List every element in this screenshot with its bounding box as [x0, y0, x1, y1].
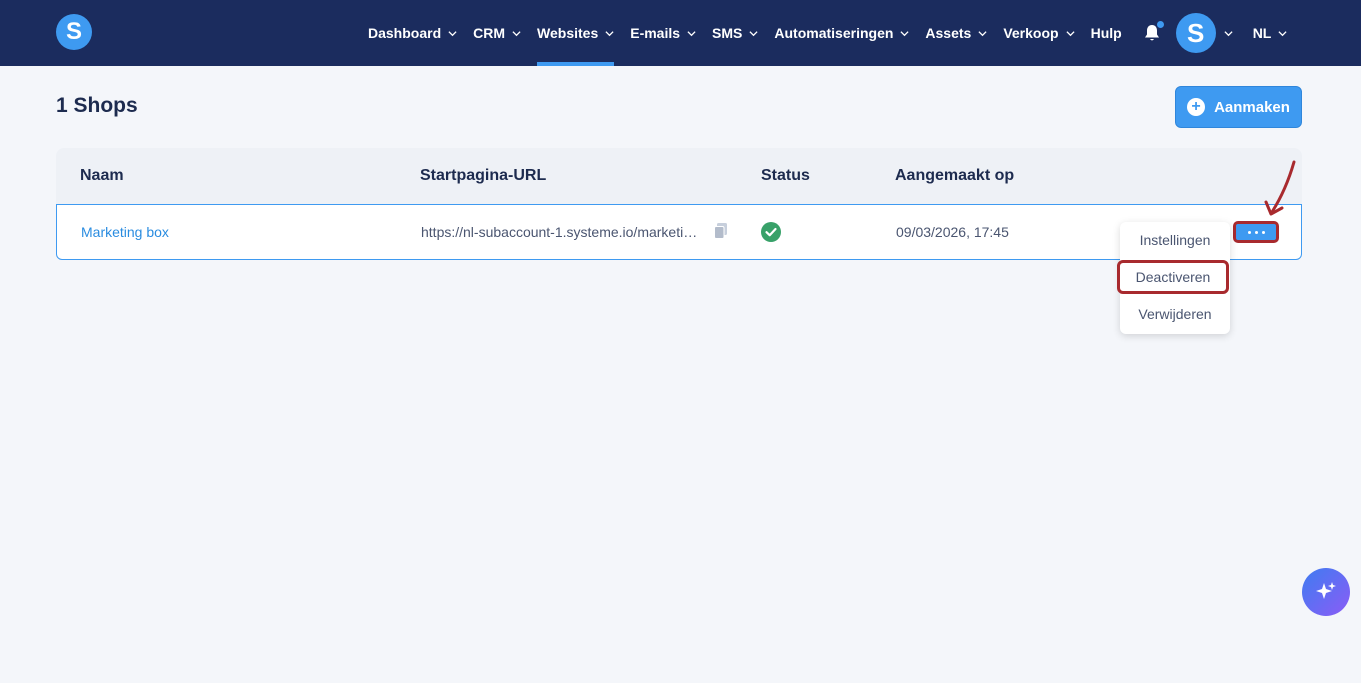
chevron-down-icon — [749, 30, 758, 36]
nav-automatiseringen-label: Automatiseringen — [774, 25, 894, 41]
nav-automatiseringen[interactable]: Automatiseringen — [774, 0, 909, 66]
table-header: Naam Startpagina-URL Status Aangemaakt o… — [56, 148, 1302, 204]
language-selector[interactable]: NL — [1253, 0, 1288, 66]
notification-dot — [1156, 21, 1164, 28]
more-dots-icon — [1247, 230, 1265, 234]
menu-item-deactiveren[interactable]: Deactiveren — [1117, 260, 1229, 294]
nav-assets[interactable]: Assets — [925, 0, 987, 66]
actions-dropdown-menu: Instellingen Deactiveren Verwijderen — [1117, 222, 1230, 334]
shop-url: https://nl-subaccount-1.systeme.io/marke… — [421, 224, 699, 240]
nav-crm[interactable]: CRM — [473, 0, 521, 66]
shops-table: Naam Startpagina-URL Status Aangemaakt o… — [56, 148, 1302, 260]
menu-item-verwijderen[interactable]: Verwijderen — [1120, 297, 1230, 331]
nav-assets-label: Assets — [925, 25, 972, 41]
create-button[interactable]: + Aanmaken — [1175, 86, 1302, 128]
nav-verkoop[interactable]: Verkoop — [1003, 0, 1075, 66]
column-header-naam: Naam — [80, 167, 124, 184]
more-actions-button[interactable] — [1233, 221, 1279, 243]
top-navigation-bar: S Dashboard CRM Websites E-mails SMS Aut… — [0, 0, 1361, 66]
nav-sms[interactable]: SMS — [712, 0, 758, 66]
column-header-created: Aangemaakt op — [895, 167, 1015, 184]
nav-emails[interactable]: E-mails — [630, 0, 696, 66]
notifications-bell-icon[interactable] — [1142, 21, 1164, 43]
nav-hulp[interactable]: Hulp — [1091, 0, 1122, 66]
plus-circle-icon: + — [1187, 98, 1206, 116]
nav-dashboard[interactable]: Dashboard — [368, 0, 457, 66]
page-title: 1 Shops — [56, 94, 138, 117]
table-row: Marketing box https://nl-subaccount-1.sy… — [56, 204, 1302, 260]
menu-item-instellingen[interactable]: Instellingen — [1120, 223, 1230, 257]
ai-assistant-button[interactable] — [1302, 568, 1350, 616]
shop-name-link[interactable]: Marketing box — [81, 224, 169, 240]
chevron-down-icon — [1066, 30, 1075, 36]
nav-hulp-label: Hulp — [1090, 25, 1122, 41]
nav-sms-label: SMS — [712, 25, 743, 41]
nav-crm-label: CRM — [473, 25, 506, 41]
chevron-down-icon — [978, 30, 987, 36]
nav-websites-label: Websites — [537, 25, 599, 41]
nav-verkoop-label: Verkoop — [1003, 25, 1059, 41]
column-header-status: Status — [761, 167, 810, 184]
chevron-down-icon — [687, 30, 696, 36]
avatar-chevron-down-icon[interactable] — [1224, 29, 1233, 38]
annotation-arrow-icon — [1264, 160, 1296, 216]
nav-emails-label: E-mails — [630, 25, 681, 41]
chevron-down-icon — [1278, 30, 1287, 36]
created-date: 09/03/2026, 17:45 — [896, 224, 1009, 240]
chevron-down-icon — [605, 30, 614, 36]
column-header-url: Startpagina-URL — [420, 167, 547, 184]
nav-dashboard-label: Dashboard — [368, 25, 442, 41]
chevron-down-icon — [448, 30, 457, 36]
chevron-down-icon — [512, 30, 521, 36]
language-label: NL — [1252, 25, 1272, 41]
sparkle-icon — [1316, 582, 1336, 599]
brand-logo[interactable]: S — [56, 14, 92, 50]
create-button-label: Aanmaken — [1214, 98, 1290, 116]
check-circle-icon — [761, 222, 781, 242]
chevron-down-icon — [900, 30, 909, 36]
main-nav: Dashboard CRM Websites E-mails SMS Autom… — [368, 0, 1303, 66]
nav-websites[interactable]: Websites — [537, 0, 615, 66]
user-avatar[interactable]: S — [1175, 13, 1216, 53]
copy-icon[interactable] — [714, 223, 728, 239]
